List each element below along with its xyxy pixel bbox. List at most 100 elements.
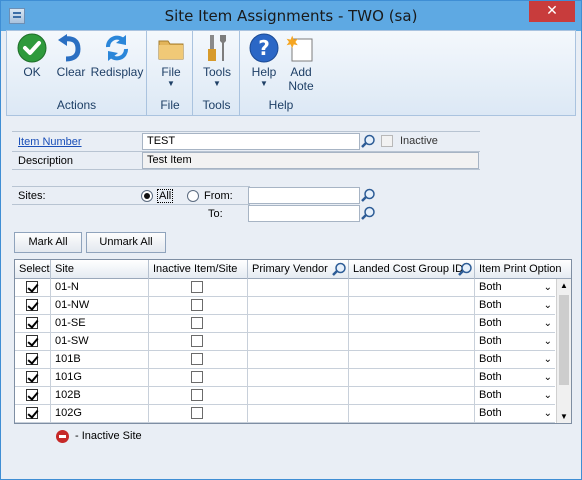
chevron-down-icon[interactable]: ⌄ — [544, 297, 552, 314]
select-cell — [15, 351, 51, 369]
column-header-select[interactable]: Select — [15, 260, 51, 279]
scrollbar-thumb[interactable] — [559, 295, 569, 385]
primary-vendor-cell[interactable] — [248, 333, 349, 351]
landed-cost-group-cell[interactable] — [349, 405, 475, 423]
scroll-down-arrow[interactable]: ▼ — [560, 412, 568, 421]
landed-cost-group-cell[interactable] — [349, 387, 475, 405]
primary-vendor-cell[interactable] — [248, 369, 349, 387]
landed-cost-lookup-icon[interactable] — [458, 262, 473, 277]
ok-button[interactable]: OK — [13, 33, 51, 79]
inactive-item-site-cell — [149, 387, 248, 405]
landed-cost-group-cell[interactable] — [349, 369, 475, 387]
sites-from-radio[interactable] — [187, 190, 199, 202]
select-checkbox[interactable] — [26, 407, 38, 419]
item-print-option-dropdown[interactable]: Both ⌄ — [475, 333, 555, 351]
item-print-option-dropdown[interactable]: Both ⌄ — [475, 279, 555, 297]
scroll-up-arrow[interactable]: ▲ — [560, 281, 568, 290]
landed-cost-group-cell[interactable] — [349, 333, 475, 351]
grid-vertical-scrollbar[interactable]: ▲ ▼ — [556, 279, 571, 423]
primary-vendor-cell[interactable] — [248, 315, 349, 333]
unmark-all-button[interactable]: Unmark All — [86, 232, 166, 253]
table-row[interactable]: 102B Both ⌄ — [15, 387, 555, 405]
chevron-down-icon[interactable]: ⌄ — [544, 387, 552, 404]
from-lookup-icon[interactable] — [361, 188, 376, 203]
inactive-item-site-checkbox[interactable] — [191, 371, 203, 383]
table-row[interactable]: 01-SE Both ⌄ — [15, 315, 555, 333]
from-field[interactable] — [248, 187, 360, 204]
item-number-link[interactable]: Item Number — [18, 136, 82, 148]
primary-vendor-cell[interactable] — [248, 351, 349, 369]
primary-vendor-cell[interactable] — [248, 387, 349, 405]
item-print-option-dropdown[interactable]: Both ⌄ — [475, 351, 555, 369]
select-checkbox[interactable] — [26, 389, 38, 401]
title-bar[interactable]: Site Item Assignments - TWO (sa) ✕ — [1, 1, 581, 31]
item-number-field[interactable]: TEST — [142, 133, 360, 150]
column-header-primary-vendor[interactable]: Primary Vendor — [248, 260, 349, 279]
inactive-item-site-checkbox[interactable] — [191, 335, 203, 347]
inactive-item-site-checkbox[interactable] — [191, 407, 203, 419]
landed-cost-group-cell[interactable] — [349, 279, 475, 297]
mark-all-button[interactable]: Mark All — [14, 232, 82, 253]
inactive-checkbox[interactable] — [381, 135, 393, 147]
to-field[interactable] — [248, 205, 360, 222]
column-header-item-print-option[interactable]: Item Print Option — [475, 260, 571, 279]
primary-vendor-lookup-icon[interactable] — [332, 262, 347, 277]
inactive-item-site-checkbox[interactable] — [191, 389, 203, 401]
item-print-option-dropdown[interactable]: Both ⌄ — [475, 387, 555, 405]
chevron-down-icon[interactable]: ⌄ — [544, 333, 552, 350]
item-print-option-dropdown[interactable]: Both ⌄ — [475, 405, 555, 423]
tools-menu-button[interactable]: Tools ▼ — [198, 33, 236, 88]
select-checkbox[interactable] — [26, 371, 38, 383]
sites-label: Sites: — [18, 190, 46, 202]
chevron-down-icon[interactable]: ⌄ — [544, 405, 552, 422]
table-row[interactable]: 01-SW Both ⌄ — [15, 333, 555, 351]
chevron-down-icon[interactable]: ⌄ — [544, 351, 552, 368]
file-menu-button[interactable]: File ▼ — [152, 33, 190, 88]
description-field[interactable]: Test Item — [142, 152, 479, 169]
redisplay-button[interactable]: Redisplay — [90, 33, 144, 79]
table-row[interactable]: 101G Both ⌄ — [15, 369, 555, 387]
inactive-item-site-checkbox[interactable] — [191, 317, 203, 329]
landed-cost-group-cell[interactable] — [349, 315, 475, 333]
site-assignment-grid: Select Site Inactive Item/Site Primary V… — [14, 259, 572, 424]
select-checkbox[interactable] — [26, 299, 38, 311]
primary-vendor-cell[interactable] — [248, 297, 349, 315]
inactive-item-site-checkbox[interactable] — [191, 299, 203, 311]
select-checkbox[interactable] — [26, 317, 38, 329]
item-print-option-dropdown[interactable]: Both ⌄ — [475, 315, 555, 333]
inactive-item-site-checkbox[interactable] — [191, 353, 203, 365]
primary-vendor-cell[interactable] — [248, 405, 349, 423]
item-lookup-icon[interactable] — [361, 134, 376, 149]
to-lookup-icon[interactable] — [361, 206, 376, 221]
column-header-site[interactable]: Site — [51, 260, 149, 279]
inactive-item-site-checkbox[interactable] — [191, 281, 203, 293]
file-group-label: File — [160, 98, 180, 112]
chevron-down-icon[interactable]: ⌄ — [544, 279, 552, 296]
table-row[interactable]: 101B Both ⌄ — [15, 351, 555, 369]
help-menu-button[interactable]: ? Help ▼ — [245, 33, 283, 88]
table-row[interactable]: 01-NW Both ⌄ — [15, 297, 555, 315]
close-button[interactable]: ✕ — [529, 1, 575, 22]
add-note-button[interactable]: Add Note — [283, 33, 319, 93]
landed-cost-group-cell[interactable] — [349, 297, 475, 315]
chevron-down-icon[interactable]: ⌄ — [544, 315, 552, 332]
sites-all-radio[interactable] — [141, 190, 153, 202]
column-header-landed-cost-group[interactable]: Landed Cost Group ID — [349, 260, 475, 279]
ribbon: OK Clear Redisplay Actions File ▼ File T… — [6, 30, 576, 116]
chevron-down-icon[interactable]: ⌄ — [544, 369, 552, 386]
table-row[interactable]: 102G Both ⌄ — [15, 405, 555, 423]
help-icon: ? — [249, 33, 279, 63]
table-row[interactable]: 01-N Both ⌄ — [15, 279, 555, 297]
file-button-label: File — [161, 65, 181, 79]
select-checkbox[interactable] — [26, 281, 38, 293]
select-checkbox[interactable] — [26, 353, 38, 365]
inactive-site-legend-text: - Inactive Site — [75, 430, 142, 442]
row-divider — [12, 169, 480, 170]
clear-button[interactable]: Clear — [52, 33, 90, 79]
primary-vendor-cell[interactable] — [248, 279, 349, 297]
column-header-inactive-item-site[interactable]: Inactive Item/Site — [149, 260, 248, 279]
landed-cost-group-cell[interactable] — [349, 351, 475, 369]
item-print-option-dropdown[interactable]: Both ⌄ — [475, 369, 555, 387]
select-checkbox[interactable] — [26, 335, 38, 347]
item-print-option-dropdown[interactable]: Both ⌄ — [475, 297, 555, 315]
